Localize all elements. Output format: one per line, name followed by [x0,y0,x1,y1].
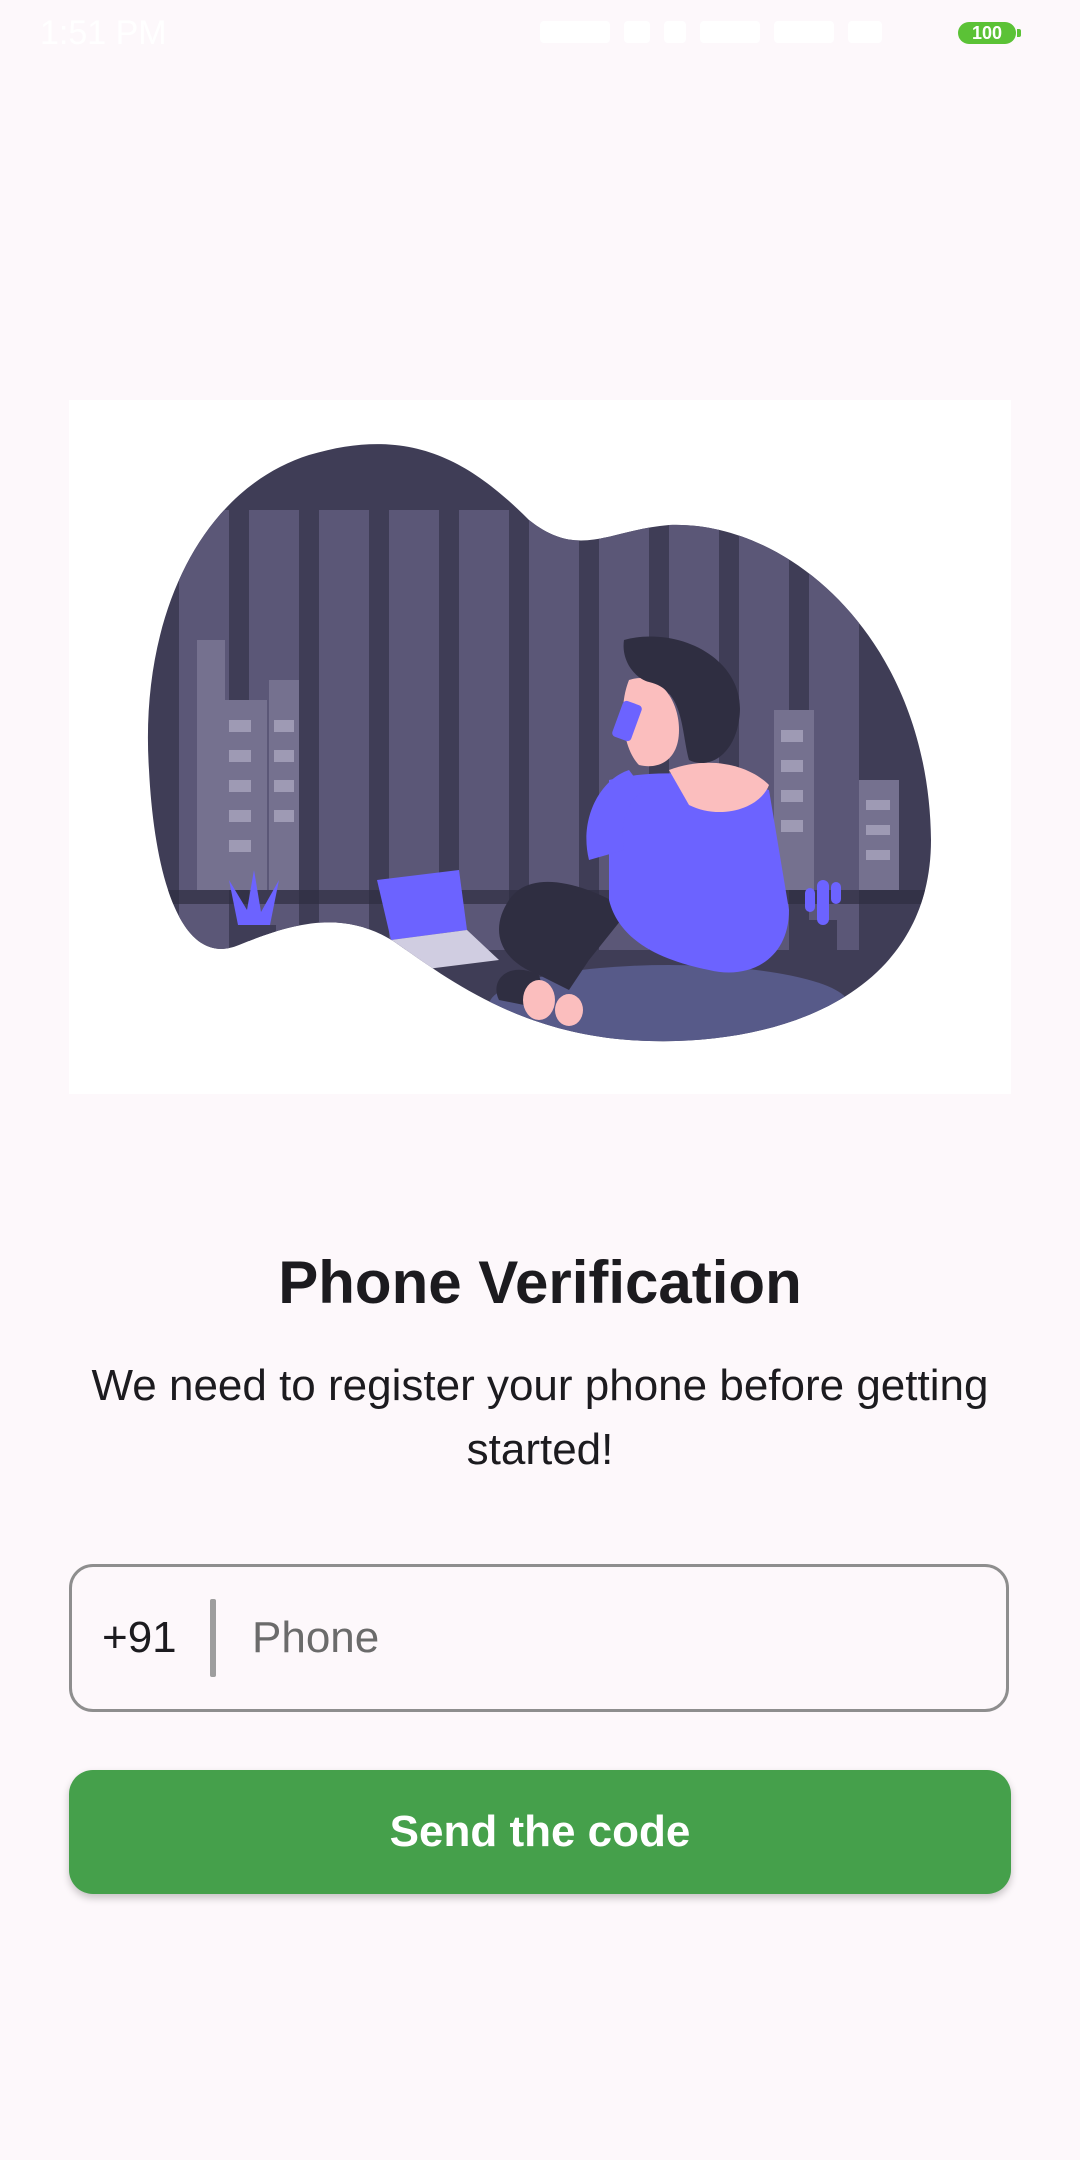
phone-input[interactable] [252,1588,1006,1688]
illustration [69,400,1011,1094]
status-time: 1:51 PM [40,14,167,52]
bluetooth-icon [664,21,686,43]
page-subtitle: We need to register your phone before ge… [91,1361,989,1474]
battery-icon: 100 [958,22,1021,44]
status-icons [540,16,940,48]
signal-icon [700,21,760,43]
status-bar: 1:51 PM 100 [0,0,1080,64]
wifi-icon [848,21,882,43]
woman-on-phone-illustration [147,444,932,1042]
signal-icon-2 [774,21,834,43]
send-code-button[interactable]: Send the code [69,1770,1011,1894]
country-code-prefix: +91 [102,1613,177,1662]
page-title: Phone Verification [278,1249,802,1316]
field-divider [210,1599,216,1677]
phone-field[interactable]: +91 [69,1564,1009,1712]
alarm-icon [624,21,650,43]
network-speed-icon [540,21,610,43]
